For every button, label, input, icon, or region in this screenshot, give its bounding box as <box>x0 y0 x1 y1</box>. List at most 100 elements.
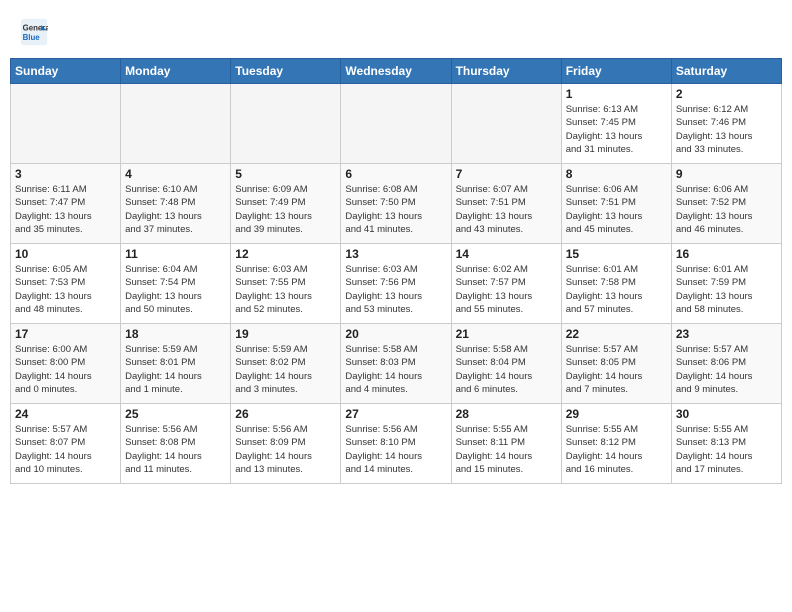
day-info: Sunrise: 6:07 AMSunset: 7:51 PMDaylight:… <box>456 183 557 236</box>
day-info: Sunrise: 6:08 AMSunset: 7:50 PMDaylight:… <box>345 183 446 236</box>
logo: General Blue <box>20 18 52 46</box>
day-number: 8 <box>566 167 667 181</box>
day-number: 23 <box>676 327 777 341</box>
day-info: Sunrise: 5:57 AMSunset: 8:05 PMDaylight:… <box>566 343 667 396</box>
logo-icon: General Blue <box>20 18 48 46</box>
calendar-cell: 28 Sunrise: 5:55 AMSunset: 8:11 PMDayligh… <box>451 404 561 484</box>
day-info: Sunrise: 6:03 AMSunset: 7:56 PMDaylight:… <box>345 263 446 316</box>
day-number: 22 <box>566 327 667 341</box>
calendar-cell: 4 Sunrise: 6:10 AMSunset: 7:48 PMDaylight… <box>121 164 231 244</box>
calendar-cell: 11 Sunrise: 6:04 AMSunset: 7:54 PMDayligh… <box>121 244 231 324</box>
svg-text:Blue: Blue <box>23 33 41 42</box>
day-info: Sunrise: 6:03 AMSunset: 7:55 PMDaylight:… <box>235 263 336 316</box>
day-info: Sunrise: 5:56 AMSunset: 8:10 PMDaylight:… <box>345 423 446 476</box>
calendar-header-row: SundayMondayTuesdayWednesdayThursdayFrid… <box>11 59 782 84</box>
calendar-cell: 14Sunrise: 6:02 AMSunset: 7:57 PMDayligh… <box>451 244 561 324</box>
calendar-cell: 21Sunrise: 5:58 AMSunset: 8:04 PMDayligh… <box>451 324 561 404</box>
calendar-cell: 29 Sunrise: 5:55 AMSunset: 8:12 PMDayligh… <box>561 404 671 484</box>
calendar-cell: 30 Sunrise: 5:55 AMSunset: 8:13 PMDayligh… <box>671 404 781 484</box>
calendar-cell: 7 Sunrise: 6:07 AMSunset: 7:51 PMDaylight… <box>451 164 561 244</box>
day-info: Sunrise: 5:55 AMSunset: 8:13 PMDaylight:… <box>676 423 777 476</box>
calendar-cell: 9Sunrise: 6:06 AMSunset: 7:52 PMDaylight… <box>671 164 781 244</box>
calendar-cell: 13 Sunrise: 6:03 AMSunset: 7:56 PMDayligh… <box>341 244 451 324</box>
day-info: Sunrise: 5:55 AMSunset: 8:12 PMDaylight:… <box>566 423 667 476</box>
day-info: Sunrise: 6:13 AMSunset: 7:45 PMDaylight:… <box>566 103 667 156</box>
calendar-cell: 15 Sunrise: 6:01 AMSunset: 7:58 PMDayligh… <box>561 244 671 324</box>
day-info: Sunrise: 6:00 AMSunset: 8:00 PMDaylight:… <box>15 343 116 396</box>
calendar-week-5: 24Sunrise: 5:57 AMSunset: 8:07 PMDayligh… <box>11 404 782 484</box>
calendar-cell: 12 Sunrise: 6:03 AMSunset: 7:55 PMDayligh… <box>231 244 341 324</box>
day-number: 10 <box>15 247 116 261</box>
day-info: Sunrise: 6:12 AMSunset: 7:46 PMDaylight:… <box>676 103 777 156</box>
day-number: 29 <box>566 407 667 421</box>
day-number: 15 <box>566 247 667 261</box>
svg-text:General: General <box>23 23 48 32</box>
calendar-body: 1 Sunrise: 6:13 AMSunset: 7:45 PMDaylight… <box>11 84 782 484</box>
calendar-cell: 27 Sunrise: 5:56 AMSunset: 8:10 PMDayligh… <box>341 404 451 484</box>
calendar-cell: 5 Sunrise: 6:09 AMSunset: 7:49 PMDaylight… <box>231 164 341 244</box>
calendar-cell: 26 Sunrise: 5:56 AMSunset: 8:09 PMDayligh… <box>231 404 341 484</box>
day-info: Sunrise: 5:59 AMSunset: 8:02 PMDaylight:… <box>235 343 336 396</box>
day-info: Sunrise: 5:59 AMSunset: 8:01 PMDaylight:… <box>125 343 226 396</box>
day-info: Sunrise: 6:11 AMSunset: 7:47 PMDaylight:… <box>15 183 116 236</box>
calendar-cell: 8Sunrise: 6:06 AMSunset: 7:51 PMDaylight… <box>561 164 671 244</box>
calendar-cell <box>121 84 231 164</box>
calendar-header-monday: Monday <box>121 59 231 84</box>
calendar-cell <box>341 84 451 164</box>
day-number: 16 <box>676 247 777 261</box>
day-number: 27 <box>345 407 446 421</box>
day-number: 11 <box>125 247 226 261</box>
calendar-header-friday: Friday <box>561 59 671 84</box>
day-info: Sunrise: 6:06 AMSunset: 7:52 PMDaylight:… <box>676 183 777 236</box>
day-number: 20 <box>345 327 446 341</box>
calendar-header-thursday: Thursday <box>451 59 561 84</box>
day-info: Sunrise: 6:09 AMSunset: 7:49 PMDaylight:… <box>235 183 336 236</box>
calendar-cell: 17 Sunrise: 6:00 AMSunset: 8:00 PMDayligh… <box>11 324 121 404</box>
day-number: 25 <box>125 407 226 421</box>
day-number: 26 <box>235 407 336 421</box>
calendar-cell: 18 Sunrise: 5:59 AMSunset: 8:01 PMDayligh… <box>121 324 231 404</box>
day-number: 17 <box>15 327 116 341</box>
day-number: 13 <box>345 247 446 261</box>
calendar-cell <box>231 84 341 164</box>
day-info: Sunrise: 5:58 AMSunset: 8:03 PMDaylight:… <box>345 343 446 396</box>
calendar-week-2: 3Sunrise: 6:11 AMSunset: 7:47 PMDaylight… <box>11 164 782 244</box>
day-number: 1 <box>566 87 667 101</box>
day-number: 6 <box>345 167 446 181</box>
day-info: Sunrise: 6:04 AMSunset: 7:54 PMDaylight:… <box>125 263 226 316</box>
calendar-week-3: 10 Sunrise: 6:05 AMSunset: 7:53 PMDayligh… <box>11 244 782 324</box>
page-header: General Blue <box>10 10 782 50</box>
calendar-header-wednesday: Wednesday <box>341 59 451 84</box>
day-info: Sunrise: 6:01 AMSunset: 7:58 PMDaylight:… <box>566 263 667 316</box>
day-info: Sunrise: 5:55 AMSunset: 8:11 PMDaylight:… <box>456 423 557 476</box>
calendar-cell: 2Sunrise: 6:12 AMSunset: 7:46 PMDaylight… <box>671 84 781 164</box>
day-number: 7 <box>456 167 557 181</box>
day-number: 28 <box>456 407 557 421</box>
day-number: 24 <box>15 407 116 421</box>
day-number: 30 <box>676 407 777 421</box>
calendar-cell: 24Sunrise: 5:57 AMSunset: 8:07 PMDayligh… <box>11 404 121 484</box>
day-info: Sunrise: 5:56 AMSunset: 8:09 PMDaylight:… <box>235 423 336 476</box>
calendar-cell: 20 Sunrise: 5:58 AMSunset: 8:03 PMDayligh… <box>341 324 451 404</box>
day-info: Sunrise: 6:05 AMSunset: 7:53 PMDaylight:… <box>15 263 116 316</box>
day-number: 21 <box>456 327 557 341</box>
calendar-week-1: 1 Sunrise: 6:13 AMSunset: 7:45 PMDaylight… <box>11 84 782 164</box>
calendar-cell: 3Sunrise: 6:11 AMSunset: 7:47 PMDaylight… <box>11 164 121 244</box>
day-info: Sunrise: 6:02 AMSunset: 7:57 PMDaylight:… <box>456 263 557 316</box>
calendar-cell: 22 Sunrise: 5:57 AMSunset: 8:05 PMDayligh… <box>561 324 671 404</box>
day-number: 18 <box>125 327 226 341</box>
day-number: 4 <box>125 167 226 181</box>
day-number: 19 <box>235 327 336 341</box>
calendar-cell: 10 Sunrise: 6:05 AMSunset: 7:53 PMDayligh… <box>11 244 121 324</box>
day-number: 5 <box>235 167 336 181</box>
calendar-week-4: 17 Sunrise: 6:00 AMSunset: 8:00 PMDayligh… <box>11 324 782 404</box>
day-number: 12 <box>235 247 336 261</box>
calendar-header-saturday: Saturday <box>671 59 781 84</box>
calendar-header-tuesday: Tuesday <box>231 59 341 84</box>
calendar-table: SundayMondayTuesdayWednesdayThursdayFrid… <box>10 58 782 484</box>
day-info: Sunrise: 6:10 AMSunset: 7:48 PMDaylight:… <box>125 183 226 236</box>
calendar-cell: 23Sunrise: 5:57 AMSunset: 8:06 PMDayligh… <box>671 324 781 404</box>
calendar-cell: 19 Sunrise: 5:59 AMSunset: 8:02 PMDayligh… <box>231 324 341 404</box>
day-info: Sunrise: 6:01 AMSunset: 7:59 PMDaylight:… <box>676 263 777 316</box>
day-info: Sunrise: 5:56 AMSunset: 8:08 PMDaylight:… <box>125 423 226 476</box>
